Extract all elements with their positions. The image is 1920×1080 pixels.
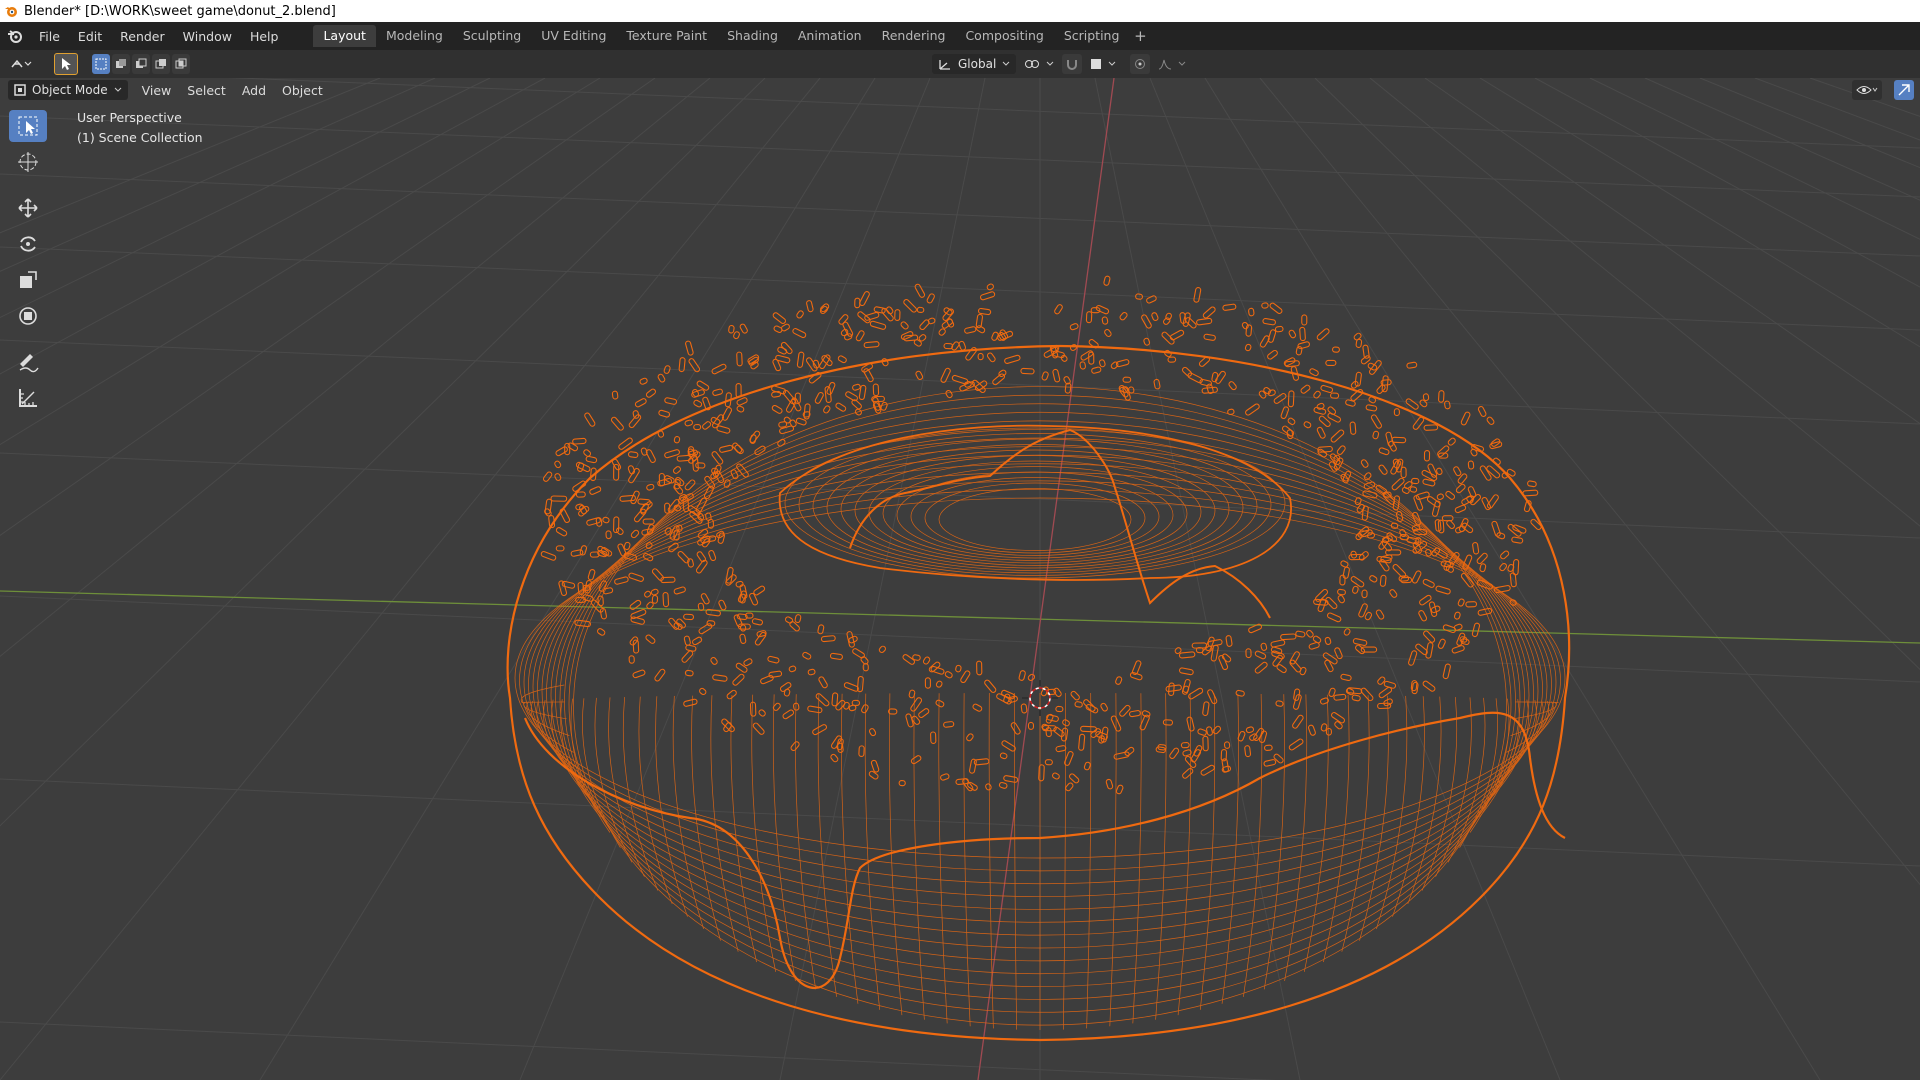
falloff-curve-icon — [1159, 59, 1172, 70]
chevron-down-icon — [1002, 61, 1010, 66]
editor-type-icon — [11, 59, 32, 68]
viewport-menu-add[interactable]: Add — [234, 83, 274, 98]
interaction-mode-dropdown[interactable]: Object Mode — [8, 80, 128, 100]
menu-window[interactable]: Window — [174, 29, 241, 44]
gizmo-icon — [1898, 84, 1910, 96]
proportional-falloff-dropdown[interactable] — [1154, 54, 1191, 74]
snap-toggle[interactable] — [1062, 54, 1083, 74]
chevron-down-icon — [1178, 61, 1186, 66]
pivot-point-dropdown[interactable] — [1020, 54, 1059, 74]
tab-animation[interactable]: Animation — [788, 25, 872, 47]
chevron-down-icon — [1108, 61, 1116, 66]
select-cursor-icon — [62, 58, 71, 70]
viewport-scene[interactable] — [0, 78, 1920, 1080]
viewport-header: Object Mode View Select Add Object — [0, 78, 1920, 102]
active-tool-button[interactable] — [54, 53, 78, 75]
viewport-menu-view[interactable]: View — [134, 83, 180, 98]
tool-move[interactable] — [9, 192, 47, 224]
transform-orientation-dropdown[interactable]: Global — [932, 54, 1017, 74]
tab-shading[interactable]: Shading — [717, 25, 788, 47]
measure-ruler-icon — [19, 389, 37, 407]
tool-transform[interactable] — [9, 300, 47, 332]
tool-measure[interactable] — [9, 382, 47, 414]
snap-increment-icon — [1091, 59, 1102, 69]
mode-invert-icon[interactable] — [152, 54, 170, 74]
menu-help[interactable]: Help — [241, 29, 288, 44]
tool-annotate[interactable] — [9, 346, 47, 378]
orientation-axes-icon — [939, 60, 950, 70]
scale-icon — [20, 271, 37, 288]
viewport-menu-select[interactable]: Select — [179, 83, 234, 98]
mode-intersect-icon[interactable] — [172, 54, 190, 74]
top-bar: File Edit Render Window Help Layout Mode… — [0, 22, 1920, 50]
tool-header: Global — [0, 50, 1920, 78]
mode-set-new-icon[interactable] — [92, 54, 110, 74]
window-titlebar: Blender* [D:\WORK\sweet game\donut_2.ble… — [0, 0, 1920, 22]
add-workspace-button[interactable]: + — [1129, 27, 1151, 45]
window-title: Blender* [D:\WORK\sweet game\donut_2.ble… — [24, 3, 336, 19]
tab-texture-paint[interactable]: Texture Paint — [616, 25, 717, 47]
tab-layout[interactable]: Layout — [313, 25, 376, 47]
mode-extend-icon[interactable] — [112, 54, 130, 74]
tab-scripting[interactable]: Scripting — [1054, 25, 1130, 47]
tab-uv-editing[interactable]: UV Editing — [531, 25, 616, 47]
menu-render[interactable]: Render — [111, 29, 174, 44]
workspace-tabs: Layout Modeling Sculpting UV Editing Tex… — [313, 22, 1151, 50]
snap-target-dropdown[interactable] — [1086, 54, 1121, 74]
transform-controls: Global — [932, 54, 1191, 74]
interaction-mode-label: Object Mode — [32, 83, 108, 97]
rotate-icon — [20, 236, 36, 252]
object-mode-icon — [14, 84, 26, 96]
visibility-dropdown[interactable] — [1852, 80, 1882, 100]
cursor-icon — [18, 152, 38, 172]
tool-select-box[interactable] — [9, 110, 47, 142]
3d-viewport[interactable] — [0, 78, 1920, 1080]
tool-shelf — [8, 110, 48, 414]
proportional-edit-toggle[interactable] — [1130, 54, 1151, 74]
eye-icon — [1856, 86, 1878, 94]
editor-type-button[interactable] — [6, 54, 36, 74]
select-box-icon — [18, 116, 38, 136]
chevron-down-icon — [114, 87, 121, 92]
viewport-collection-label: (1) Scene Collection — [77, 130, 203, 145]
magnet-icon — [1067, 60, 1078, 70]
blender-app-icon — [0, 0, 22, 22]
tab-rendering[interactable]: Rendering — [872, 25, 956, 47]
tab-modeling[interactable]: Modeling — [376, 25, 453, 47]
viewport-menu-object[interactable]: Object — [274, 83, 331, 98]
move-icon — [18, 198, 38, 218]
menu-edit[interactable]: Edit — [69, 29, 111, 44]
mode-subtract-icon[interactable] — [132, 54, 150, 74]
proportional-edit-icon — [1135, 59, 1146, 69]
gizmo-toggle[interactable] — [1894, 80, 1914, 100]
tab-compositing[interactable]: Compositing — [955, 25, 1053, 47]
blender-logo-icon[interactable] — [0, 22, 30, 50]
selection-mode-group — [92, 54, 190, 74]
chevron-down-icon — [1046, 61, 1054, 66]
viewport-perspective-label: User Perspective — [77, 110, 182, 125]
transform-icon — [19, 307, 37, 325]
tool-scale[interactable] — [9, 264, 47, 296]
menu-file[interactable]: File — [30, 29, 69, 44]
tool-cursor[interactable] — [9, 146, 47, 178]
tool-rotate[interactable] — [9, 228, 47, 260]
viewport-right-controls — [1846, 80, 1914, 100]
annotate-pencil-icon — [19, 354, 39, 373]
tab-sculpting[interactable]: Sculpting — [453, 25, 531, 47]
transform-orientation-label: Global — [958, 57, 997, 71]
pivot-link-icon — [1025, 60, 1040, 68]
